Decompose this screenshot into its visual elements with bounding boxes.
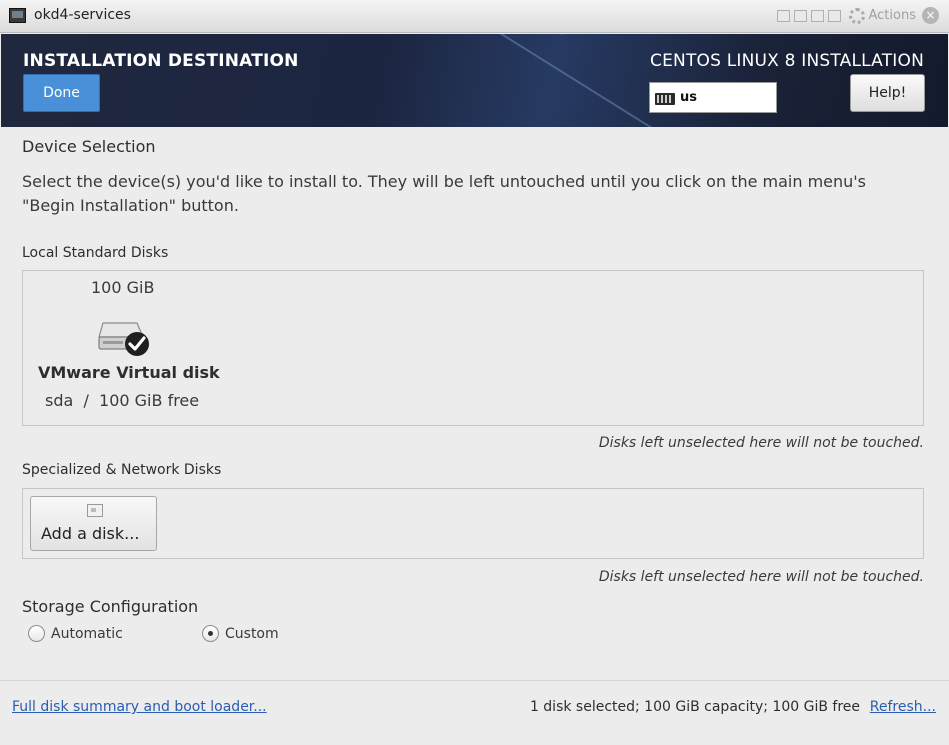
radio-label-automatic: Automatic: [51, 625, 123, 642]
disk-free-space: sda / 100 GiB free: [45, 391, 200, 410]
network-disks-panel: Add a disk...: [22, 488, 924, 559]
full-disk-summary-link[interactable]: Full disk summary and boot loader...: [12, 699, 267, 715]
disk-name: VMware Virtual disk: [38, 363, 220, 382]
disk-tile-sda[interactable]: 100 GiB VMware Virtual disk sda / 100 Gi…: [23, 271, 223, 425]
radio-label-custom: Custom: [225, 625, 279, 642]
local-disks-note: Disks left unselected here will not be t…: [598, 435, 924, 451]
refresh-link[interactable]: Refresh...: [870, 699, 936, 715]
add-disk-label: Add a disk...: [41, 524, 140, 543]
window-titlebar: okd4-services Actions ×: [0, 0, 949, 33]
keyboard-layout-field[interactable]: us: [649, 82, 777, 113]
gear-icon[interactable]: [848, 7, 865, 24]
network-disks-title: Specialized & Network Disks: [22, 462, 222, 478]
product-title: CENTOS LINUX 8 INSTALLATION: [650, 51, 924, 71]
disk-selection-status: 1 disk selected; 100 GiB capacity; 100 G…: [529, 699, 860, 715]
device-selection-description: Select the device(s) you'd like to insta…: [22, 172, 867, 215]
radio-automatic[interactable]: Automatic: [28, 625, 123, 642]
screenshot-icon[interactable]: [776, 9, 790, 22]
hard-disk-selected-icon: [98, 322, 149, 356]
done-button[interactable]: Done: [23, 74, 100, 112]
fullscreen-icon[interactable]: [793, 9, 807, 22]
header-banner: INSTALLATION DESTINATION Done CENTOS LIN…: [1, 34, 948, 127]
window-title: okd4-services: [34, 7, 131, 23]
image-icon: [87, 504, 103, 517]
local-disks-panel: 100 GiB VMware Virtual disk sda / 100 Gi…: [22, 270, 924, 426]
radio-button-automatic[interactable]: [28, 625, 45, 642]
page-title: INSTALLATION DESTINATION: [23, 51, 299, 71]
footer-divider: [0, 680, 949, 681]
local-disks-title: Local Standard Disks: [22, 245, 169, 261]
radio-custom[interactable]: Custom: [202, 625, 279, 642]
keyboard-layout-value: us: [680, 90, 697, 105]
help-button[interactable]: Help!: [850, 74, 925, 112]
disk-size: 100 GiB: [91, 278, 155, 297]
keyboard-icon: [655, 93, 675, 105]
close-icon[interactable]: ×: [922, 7, 939, 24]
add-disk-button[interactable]: Add a disk...: [30, 496, 157, 551]
actions-menu[interactable]: Actions: [869, 8, 917, 23]
device-selection-title: Device Selection: [22, 137, 156, 156]
window-controls: Actions ×: [776, 7, 939, 24]
storage-config-title: Storage Configuration: [22, 597, 199, 616]
radio-button-custom[interactable]: [202, 625, 219, 642]
minimize-icon[interactable]: [810, 9, 824, 22]
network-disks-note: Disks left unselected here will not be t…: [598, 569, 924, 585]
console-icon[interactable]: [827, 9, 841, 22]
terminal-icon: [9, 8, 26, 23]
